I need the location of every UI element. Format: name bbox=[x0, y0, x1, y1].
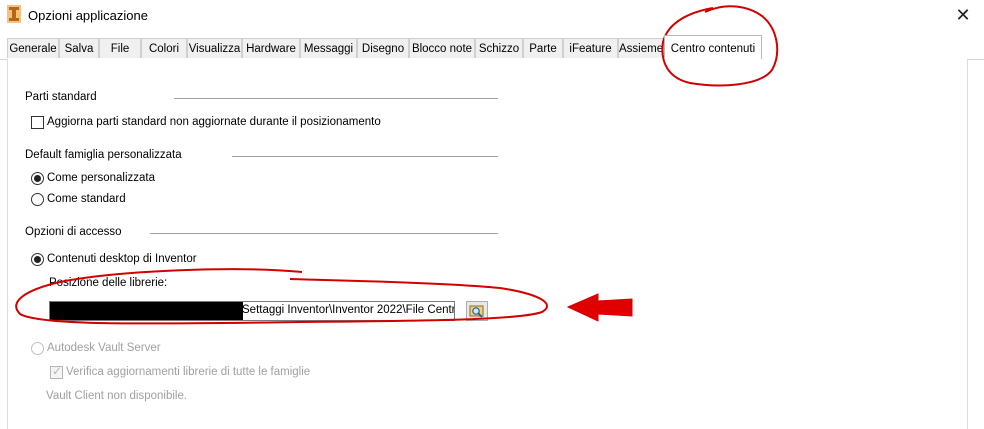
group-divider bbox=[150, 233, 498, 234]
library-location-label: Posizione delle librerie: bbox=[49, 277, 168, 289]
tab-colori[interactable]: Colori bbox=[141, 38, 187, 58]
verify-library-updates-label: Verifica aggiornamenti librerie di tutte… bbox=[66, 366, 311, 378]
group-divider bbox=[232, 156, 498, 157]
browse-folder-button[interactable] bbox=[466, 301, 488, 321]
group-divider bbox=[174, 98, 498, 99]
library-location-value: Settaggi Inventor\Inventor 2022\File Cen… bbox=[242, 304, 455, 316]
tab-hardware[interactable]: Hardware bbox=[242, 38, 300, 58]
radio-selected-dot bbox=[34, 175, 41, 182]
close-icon: ✕ bbox=[955, 5, 971, 25]
close-button[interactable]: ✕ bbox=[948, 2, 978, 28]
group-title-standard-parts: Parti standard bbox=[25, 91, 97, 103]
tab-assieme[interactable]: Assieme bbox=[618, 38, 664, 58]
radio-as-standard[interactable] bbox=[31, 193, 44, 206]
redacted-path-segment bbox=[50, 302, 243, 320]
tab-schizzo[interactable]: Schizzo bbox=[475, 38, 523, 58]
tab-visualizza[interactable]: Visualizza bbox=[187, 38, 242, 58]
tab-file[interactable]: File bbox=[99, 38, 141, 58]
tab-centro-contenuti[interactable]: Centro contenuti bbox=[664, 35, 762, 59]
title-bar: Opzioni applicazione ✕ bbox=[0, 0, 984, 32]
radio-inventor-desktop-content[interactable] bbox=[31, 253, 44, 266]
radio-autodesk-vault-server-label: Autodesk Vault Server bbox=[47, 342, 161, 354]
radio-as-standard-label: Come standard bbox=[47, 193, 126, 205]
group-title-access-options: Opzioni di accesso bbox=[25, 226, 122, 238]
tab-parte[interactable]: Parte bbox=[523, 38, 563, 58]
browse-folder-icon bbox=[469, 305, 484, 318]
radio-as-custom-label: Come personalizzata bbox=[47, 172, 156, 184]
check-icon: ✓ bbox=[52, 364, 63, 378]
tab-messaggi[interactable]: Messaggi bbox=[300, 38, 357, 58]
window-title: Opzioni applicazione bbox=[28, 8, 148, 23]
group-title-custom-family: Default famiglia personalizzata bbox=[25, 149, 182, 161]
radio-as-custom[interactable] bbox=[31, 172, 44, 185]
inventor-app-icon bbox=[7, 5, 21, 23]
tab-generale[interactable]: Generale bbox=[7, 38, 59, 58]
radio-selected-dot bbox=[34, 256, 41, 263]
update-standard-parts-checkbox[interactable] bbox=[31, 116, 44, 129]
radio-autodesk-vault-server[interactable] bbox=[31, 342, 44, 355]
radio-inventor-desktop-content-label: Contenuti desktop di Inventor bbox=[47, 253, 197, 265]
tab-salva[interactable]: Salva bbox=[59, 38, 99, 58]
panel-right-border bbox=[967, 59, 968, 429]
tab-disegno[interactable]: Disegno bbox=[357, 38, 409, 58]
tab-ifeature[interactable]: iFeature bbox=[563, 38, 618, 58]
tab-blocco-note[interactable]: Blocco note bbox=[409, 38, 475, 58]
library-location-input[interactable]: Settaggi Inventor\Inventor 2022\File Cen… bbox=[49, 301, 455, 321]
vault-client-status: Vault Client non disponibile. bbox=[46, 390, 188, 402]
update-standard-parts-label: Aggiorna parti standard non aggiornate d… bbox=[47, 116, 381, 128]
verify-library-updates-checkbox[interactable]: ✓ bbox=[50, 364, 63, 379]
